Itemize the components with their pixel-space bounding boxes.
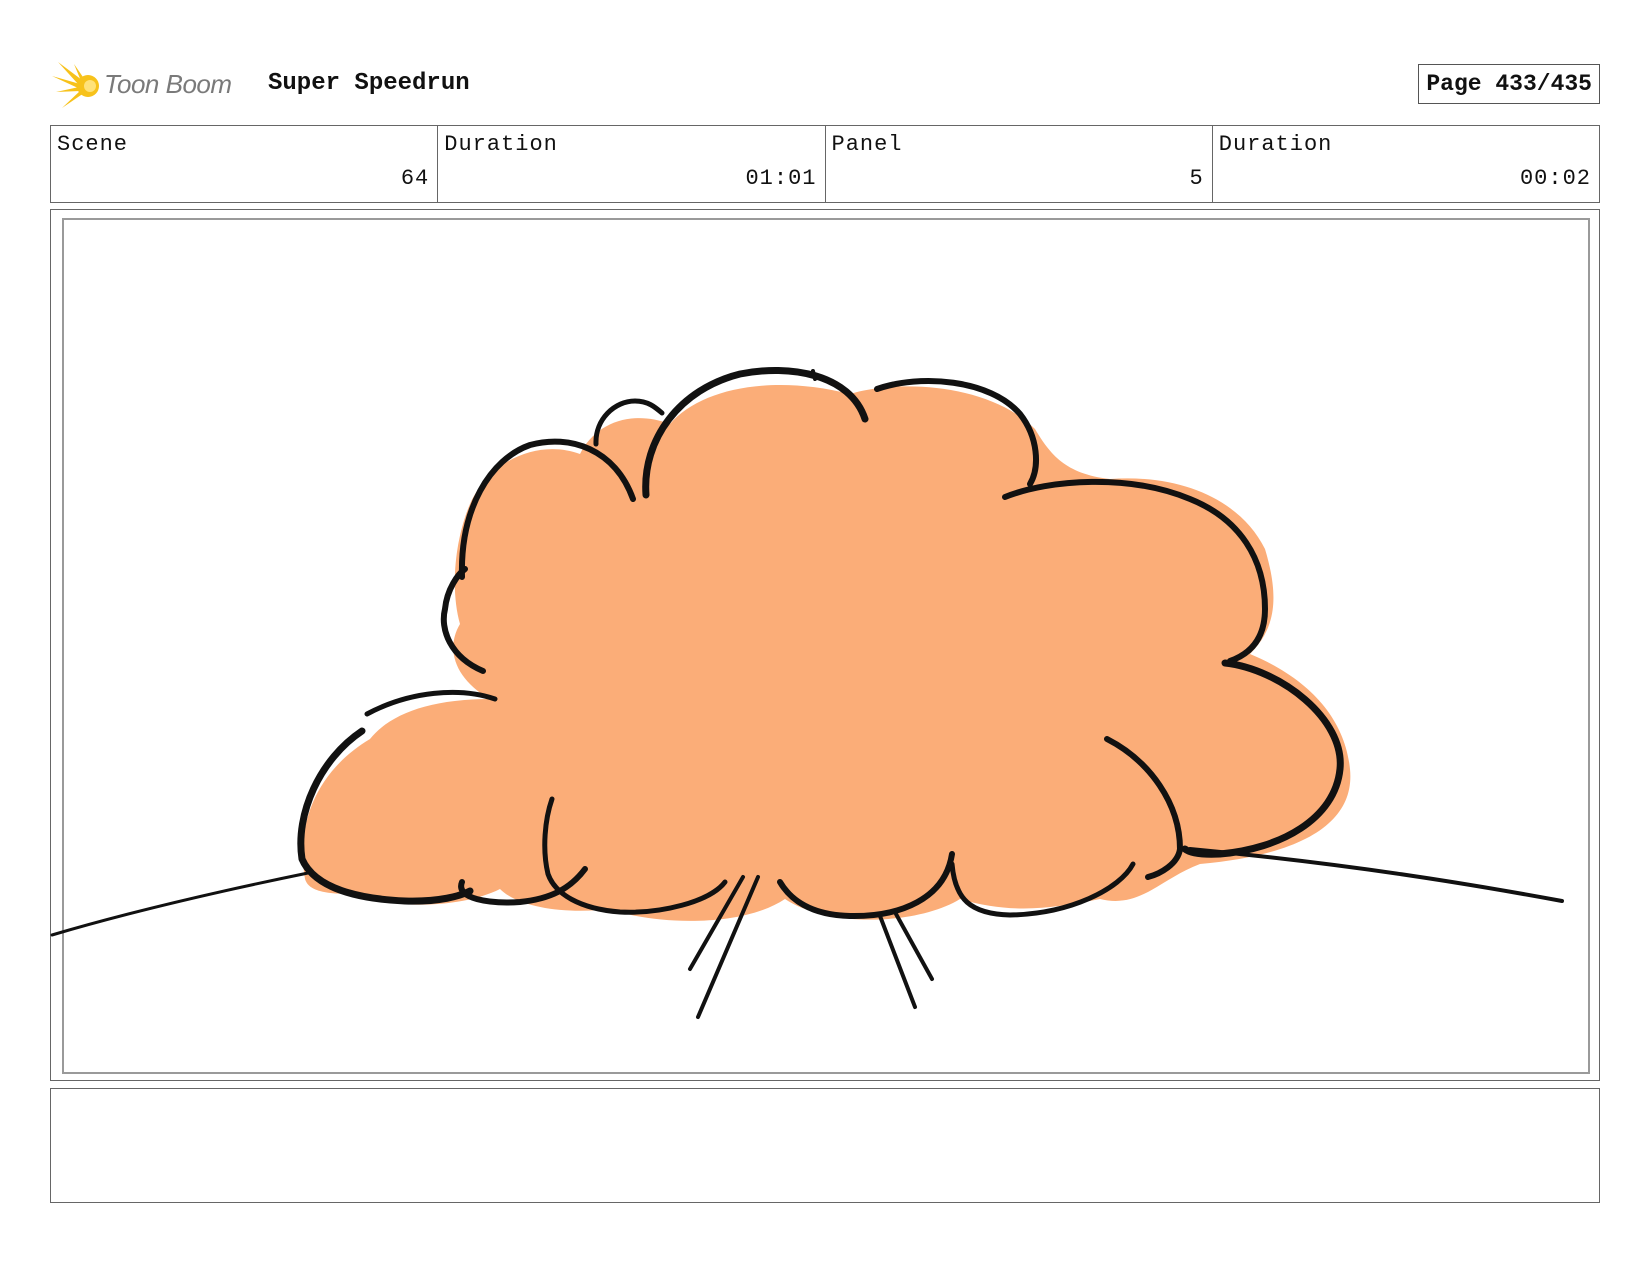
brand-name: Toon Boom — [104, 68, 232, 99]
panel-cell: Panel 5 — [826, 126, 1213, 202]
storyboard-drawing — [50, 366, 1564, 1019]
panel-label: Panel — [831, 132, 903, 157]
scene-duration-value: 01:01 — [745, 166, 817, 191]
header: Toon Boom Super Speedrun Page 433/435 — [50, 56, 1600, 116]
scene-duration-label: Duration — [444, 132, 558, 157]
page-indicator: Page 433/435 — [1418, 64, 1600, 104]
scene-cell: Scene 64 — [51, 126, 439, 202]
scene-label: Scene — [57, 132, 129, 157]
scene-value: 64 — [400, 166, 430, 191]
starburst-icon — [52, 62, 99, 108]
scene-info-table: Scene 64 Duration 01:01 Panel 5 Duration… — [50, 125, 1600, 203]
ground-line-left — [50, 871, 310, 937]
panel-value: 5 — [1189, 166, 1204, 191]
toon-boom-logo: Toon Boom — [52, 58, 252, 110]
panel-duration-value: 00:02 — [1519, 166, 1591, 191]
panel-duration-cell: Duration 00:02 — [1213, 126, 1599, 202]
scene-duration-cell: Duration 01:01 — [438, 126, 826, 202]
project-title: Super Speedrun — [268, 70, 470, 97]
panel-duration-label: Duration — [1218, 132, 1333, 157]
panel-notes-box — [50, 1088, 1600, 1203]
